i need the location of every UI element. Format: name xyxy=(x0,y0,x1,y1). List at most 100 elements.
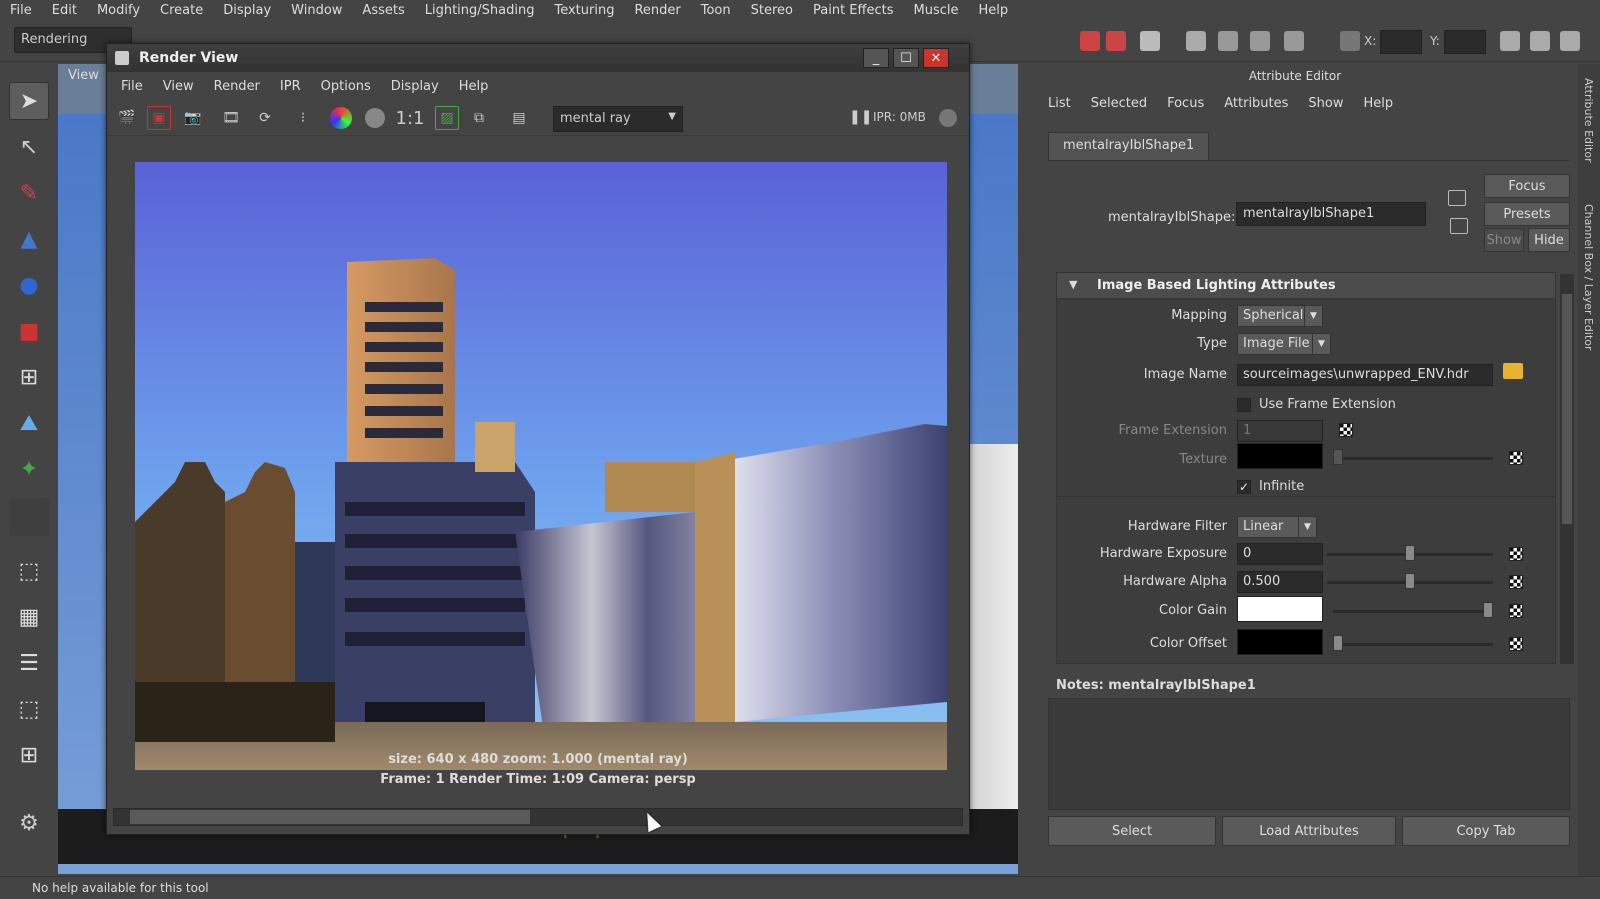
four-pane-layout-icon[interactable]: ▦ xyxy=(9,598,49,636)
focus-button[interactable]: Focus xyxy=(1484,174,1570,198)
multi-pane-layout-icon[interactable]: ⊞ xyxy=(9,736,49,774)
section-header[interactable]: ▼ Image Based Lighting Attributes xyxy=(1057,273,1555,299)
go-to-input-icon[interactable] xyxy=(1448,190,1466,206)
color-offset-swatch[interactable] xyxy=(1237,629,1323,655)
menu-create[interactable]: Create xyxy=(150,3,213,18)
hardware-alpha-slider-handle[interactable] xyxy=(1405,573,1415,589)
show-button[interactable]: Show xyxy=(1484,228,1524,252)
render-view-horizontal-scrollbar[interactable] xyxy=(113,808,963,826)
menu-toon[interactable]: Toon xyxy=(691,3,741,18)
menu-help[interactable]: Help xyxy=(969,3,1019,18)
refresh-ipr-icon[interactable]: ⟳ xyxy=(253,106,277,130)
rv-menu-file[interactable]: File xyxy=(111,79,153,94)
ae-menu-selected[interactable]: Selected xyxy=(1083,96,1159,111)
lasso-tool-icon[interactable]: ↖ xyxy=(9,128,49,166)
notes-textarea[interactable] xyxy=(1048,698,1570,810)
type-dropdown[interactable]: Image File ▼ xyxy=(1237,333,1331,355)
node-name-field[interactable]: mentalrayIblShape1 xyxy=(1236,202,1426,226)
render-settings-icon[interactable] xyxy=(1140,31,1160,51)
attribute-editor-vertical-scrollbar[interactable] xyxy=(1560,274,1574,664)
color-gain-swatch[interactable] xyxy=(1237,596,1323,622)
ae-menu-attributes[interactable]: Attributes xyxy=(1216,96,1300,111)
coord-y-field[interactable] xyxy=(1444,30,1486,54)
maximize-icon[interactable]: ☐ xyxy=(893,48,919,68)
menu-lighting-shading[interactable]: Lighting/Shading xyxy=(415,3,545,18)
outliner-icon[interactable] xyxy=(1218,31,1238,51)
show-manipulator-icon[interactable]: ✦ xyxy=(9,450,49,488)
menu-display[interactable]: Display xyxy=(213,3,281,18)
texture-map-icon[interactable] xyxy=(1509,451,1523,465)
menu-file[interactable]: File xyxy=(0,3,42,18)
rotate-tool-icon[interactable]: ● xyxy=(9,266,49,304)
tab-channel-box-layer-editor[interactable]: Channel Box / Layer Editor xyxy=(1582,204,1595,351)
ipr-render-icon[interactable] xyxy=(1106,31,1126,51)
universal-manipulator-icon[interactable]: ⊞ xyxy=(9,358,49,396)
folder-icon[interactable] xyxy=(1503,363,1523,379)
hypershade-icon[interactable] xyxy=(1186,31,1206,51)
soft-modification-icon[interactable]: ⛰ xyxy=(9,404,49,442)
node-editor-icon[interactable] xyxy=(1284,31,1304,51)
menu-texturing[interactable]: Texturing xyxy=(544,3,624,18)
attribute-editor-toggle-icon[interactable] xyxy=(1500,31,1520,51)
remove-image-icon[interactable]: ⧉ xyxy=(467,106,491,130)
hardware-filter-dropdown[interactable]: Linear ▼ xyxy=(1237,516,1317,538)
texture-swatch[interactable] xyxy=(1237,443,1323,469)
scrollbar-thumb[interactable] xyxy=(1562,294,1572,524)
rv-menu-display[interactable]: Display xyxy=(381,79,449,94)
real-size-button[interactable]: 1:1 xyxy=(395,106,425,130)
ipr-pause-icon[interactable]: ❚❚ xyxy=(849,109,872,125)
load-attributes-button[interactable]: Load Attributes xyxy=(1222,816,1396,846)
snapshot-icon[interactable]: 📷 xyxy=(181,106,205,130)
menu-paint-effects[interactable]: Paint Effects xyxy=(803,3,904,18)
menu-render[interactable]: Render xyxy=(624,3,690,18)
viewport-view-menu[interactable]: View xyxy=(68,68,99,83)
frame-extension-field[interactable]: 1 xyxy=(1237,420,1323,442)
color-offset-slider-handle[interactable] xyxy=(1333,635,1343,651)
color-gain-slider[interactable] xyxy=(1333,610,1493,613)
coord-x-field[interactable] xyxy=(1380,30,1422,54)
texture-slider-handle[interactable] xyxy=(1333,449,1343,465)
render-region-icon[interactable]: ▣ xyxy=(147,106,171,130)
rv-menu-view[interactable]: View xyxy=(153,79,204,94)
image-name-field[interactable]: sourceimages\unwrapped_ENV.hdr xyxy=(1237,364,1493,386)
ae-menu-list[interactable]: List xyxy=(1040,96,1083,111)
render-current-frame-icon[interactable] xyxy=(1080,31,1100,51)
snap-icon[interactable] xyxy=(1340,31,1360,51)
menu-assets[interactable]: Assets xyxy=(352,3,414,18)
mapping-dropdown[interactable]: Spherical ▼ xyxy=(1237,305,1323,327)
render-canvas-area[interactable]: size: 640 x 480 zoom: 1.000 (mental ray)… xyxy=(107,136,969,806)
rv-menu-render[interactable]: Render xyxy=(204,79,270,94)
display-settings-icon[interactable]: ▤ xyxy=(507,106,531,130)
color-offset-map-icon[interactable] xyxy=(1509,637,1523,651)
select-tool-icon[interactable]: ➤ xyxy=(9,82,49,120)
frame-extension-map-icon[interactable] xyxy=(1339,423,1353,437)
outliner-layout-icon[interactable]: ☰ xyxy=(9,644,49,682)
scrollbar-thumb[interactable] xyxy=(130,810,530,824)
minimize-icon[interactable]: _ xyxy=(863,48,889,68)
hide-button[interactable]: Hide xyxy=(1528,228,1570,252)
copy-tab-button[interactable]: Copy Tab xyxy=(1402,816,1570,846)
tool-settings-toggle-icon[interactable] xyxy=(1530,31,1550,51)
renderer-dropdown[interactable]: mental ray ▼ xyxy=(553,106,683,132)
use-frame-extension-checkbox[interactable] xyxy=(1237,398,1251,412)
menu-stereo[interactable]: Stereo xyxy=(741,3,803,18)
maya-logo-icon[interactable]: ⚙ xyxy=(9,804,49,842)
hardware-exposure-map-icon[interactable] xyxy=(1509,547,1523,561)
render-sequence-icon[interactable]: ⁝ xyxy=(291,106,315,130)
channel-box-toggle-icon[interactable] xyxy=(1560,31,1580,51)
tab-attribute-editor[interactable]: Attribute Editor xyxy=(1582,78,1595,163)
rv-menu-options[interactable]: Options xyxy=(311,79,381,94)
rv-menu-help[interactable]: Help xyxy=(449,79,499,94)
menu-window[interactable]: Window xyxy=(281,3,352,18)
redo-render-icon[interactable]: 🎬 xyxy=(115,106,139,130)
last-tool-icon[interactable] xyxy=(9,498,49,536)
alpha-channel-icon[interactable] xyxy=(363,106,387,130)
ae-menu-show[interactable]: Show xyxy=(1300,96,1355,111)
texture-slider[interactable] xyxy=(1333,457,1493,460)
graph-layout-icon[interactable]: ⬚ xyxy=(9,690,49,728)
ae-menu-focus[interactable]: Focus xyxy=(1159,96,1216,111)
paint-select-tool-icon[interactable]: ✎ xyxy=(9,174,49,212)
ae-menu-help[interactable]: Help xyxy=(1356,96,1406,111)
go-to-output-icon[interactable] xyxy=(1450,218,1468,234)
menu-muscle[interactable]: Muscle xyxy=(904,3,969,18)
